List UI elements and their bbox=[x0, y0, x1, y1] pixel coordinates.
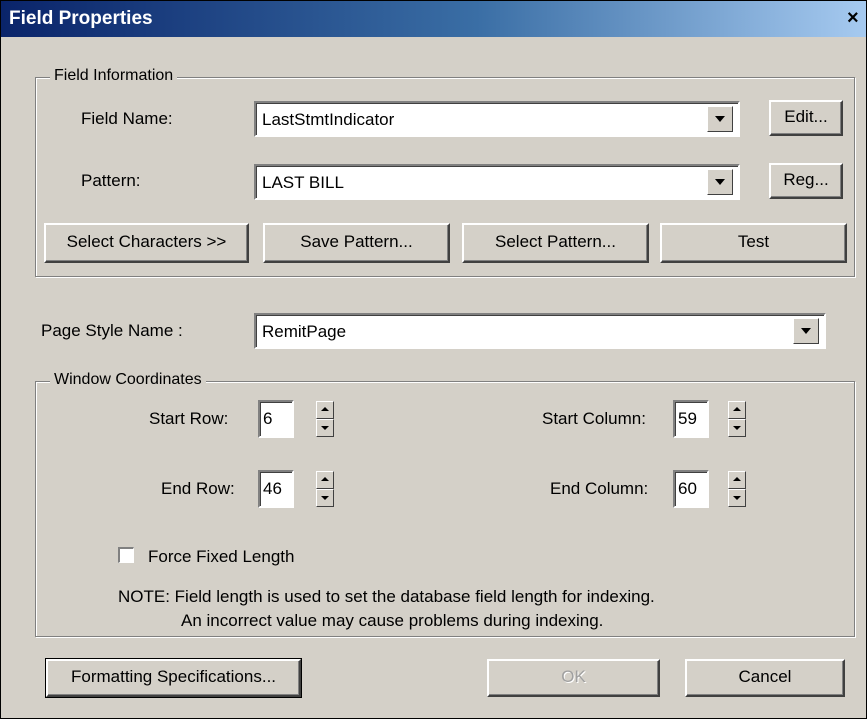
pattern-label: Pattern: bbox=[81, 171, 141, 190]
reg-button[interactable]: Reg... bbox=[769, 163, 843, 199]
end-row-input[interactable]: 46 bbox=[258, 470, 294, 508]
field-name-value: LastStmtIndicator bbox=[262, 110, 395, 129]
start-column-decrement[interactable] bbox=[728, 419, 746, 437]
page-style-label: Page Style Name : bbox=[41, 321, 183, 340]
end-column-decrement[interactable] bbox=[728, 489, 746, 507]
select-pattern-button[interactable]: Select Pattern... bbox=[462, 223, 649, 263]
test-label: Test bbox=[737, 232, 770, 251]
field-name-combobox[interactable]: LastStmtIndicator bbox=[254, 101, 740, 137]
ok-button[interactable]: OK bbox=[487, 659, 660, 697]
cancel-button[interactable]: Cancel bbox=[685, 659, 845, 697]
note-line-1: NOTE: Field length is used to set the da… bbox=[118, 587, 655, 606]
start-column-input[interactable]: 59 bbox=[673, 400, 709, 438]
force-fixed-length-label[interactable]: Force Fixed Length bbox=[148, 547, 294, 567]
window-coordinates-label: Window Coordinates bbox=[50, 371, 206, 389]
start-row-input[interactable]: 6 bbox=[258, 400, 294, 438]
start-row-increment[interactable] bbox=[316, 401, 334, 419]
start-column-value: 59 bbox=[678, 409, 697, 428]
edit-button-label: Edit... bbox=[784, 107, 828, 126]
ok-label: OK bbox=[561, 667, 586, 686]
force-fixed-length-checkbox[interactable] bbox=[118, 547, 134, 563]
end-row-increment[interactable] bbox=[316, 471, 334, 489]
start-row-decrement[interactable] bbox=[316, 419, 334, 437]
arrow-up-icon bbox=[733, 477, 741, 481]
start-column-spinner[interactable] bbox=[728, 401, 746, 437]
window-title: Field Properties bbox=[9, 8, 153, 29]
page-style-dropdown-button[interactable] bbox=[793, 318, 819, 344]
reg-button-label: Reg... bbox=[783, 170, 829, 189]
cancel-label: Cancel bbox=[738, 667, 792, 686]
start-row-value: 6 bbox=[263, 409, 273, 428]
arrow-down-icon bbox=[321, 426, 329, 430]
end-row-label: End Row: bbox=[161, 479, 235, 498]
arrow-down-icon bbox=[321, 496, 329, 500]
field-information-label: Field Information bbox=[50, 67, 178, 85]
end-row-spinner[interactable] bbox=[316, 471, 334, 507]
arrow-up-icon bbox=[733, 407, 741, 411]
field-name-label: Field Name: bbox=[81, 109, 173, 128]
select-characters-button[interactable]: Select Characters >> bbox=[44, 223, 249, 263]
edit-button[interactable]: Edit... bbox=[769, 100, 843, 136]
pattern-combobox[interactable]: LAST BILL bbox=[254, 164, 740, 200]
start-column-label: Start Column: bbox=[542, 409, 646, 428]
arrow-down-icon bbox=[733, 496, 741, 500]
pattern-dropdown-button[interactable] bbox=[707, 169, 733, 195]
start-row-spinner[interactable] bbox=[316, 401, 334, 437]
close-icon[interactable]: × bbox=[847, 5, 866, 31]
end-column-input[interactable]: 60 bbox=[673, 470, 709, 508]
select-pattern-label: Select Pattern... bbox=[495, 232, 616, 251]
field-name-dropdown-button[interactable] bbox=[707, 106, 733, 132]
end-row-value: 46 bbox=[263, 479, 282, 498]
page-style-combobox[interactable]: RemitPage bbox=[254, 313, 826, 349]
formatting-specifications-button[interactable]: Formatting Specifications... bbox=[45, 658, 302, 698]
page-style-value: RemitPage bbox=[262, 322, 347, 341]
test-button[interactable]: Test bbox=[660, 223, 847, 263]
end-column-label: End Column: bbox=[550, 479, 649, 498]
arrow-up-icon bbox=[321, 477, 329, 481]
start-column-increment[interactable] bbox=[728, 401, 746, 419]
chevron-down-icon bbox=[801, 328, 811, 334]
end-column-value: 60 bbox=[678, 479, 697, 498]
end-row-decrement[interactable] bbox=[316, 489, 334, 507]
title-bar[interactable]: Field Properties × bbox=[1, 1, 866, 37]
select-characters-label: Select Characters >> bbox=[66, 232, 227, 251]
arrow-down-icon bbox=[733, 426, 741, 430]
field-properties-dialog: Field Properties × Field Information Fie… bbox=[0, 0, 867, 719]
chevron-down-icon bbox=[715, 179, 725, 185]
note-line-2: An incorrect value may cause problems du… bbox=[181, 611, 604, 630]
end-column-spinner[interactable] bbox=[728, 471, 746, 507]
formatting-specifications-label: Formatting Specifications... bbox=[70, 667, 277, 686]
save-pattern-label: Save Pattern... bbox=[300, 232, 413, 251]
start-row-label: Start Row: bbox=[149, 409, 229, 428]
chevron-down-icon bbox=[715, 116, 725, 122]
arrow-up-icon bbox=[321, 407, 329, 411]
pattern-value: LAST BILL bbox=[262, 173, 344, 192]
end-column-increment[interactable] bbox=[728, 471, 746, 489]
save-pattern-button[interactable]: Save Pattern... bbox=[263, 223, 450, 263]
